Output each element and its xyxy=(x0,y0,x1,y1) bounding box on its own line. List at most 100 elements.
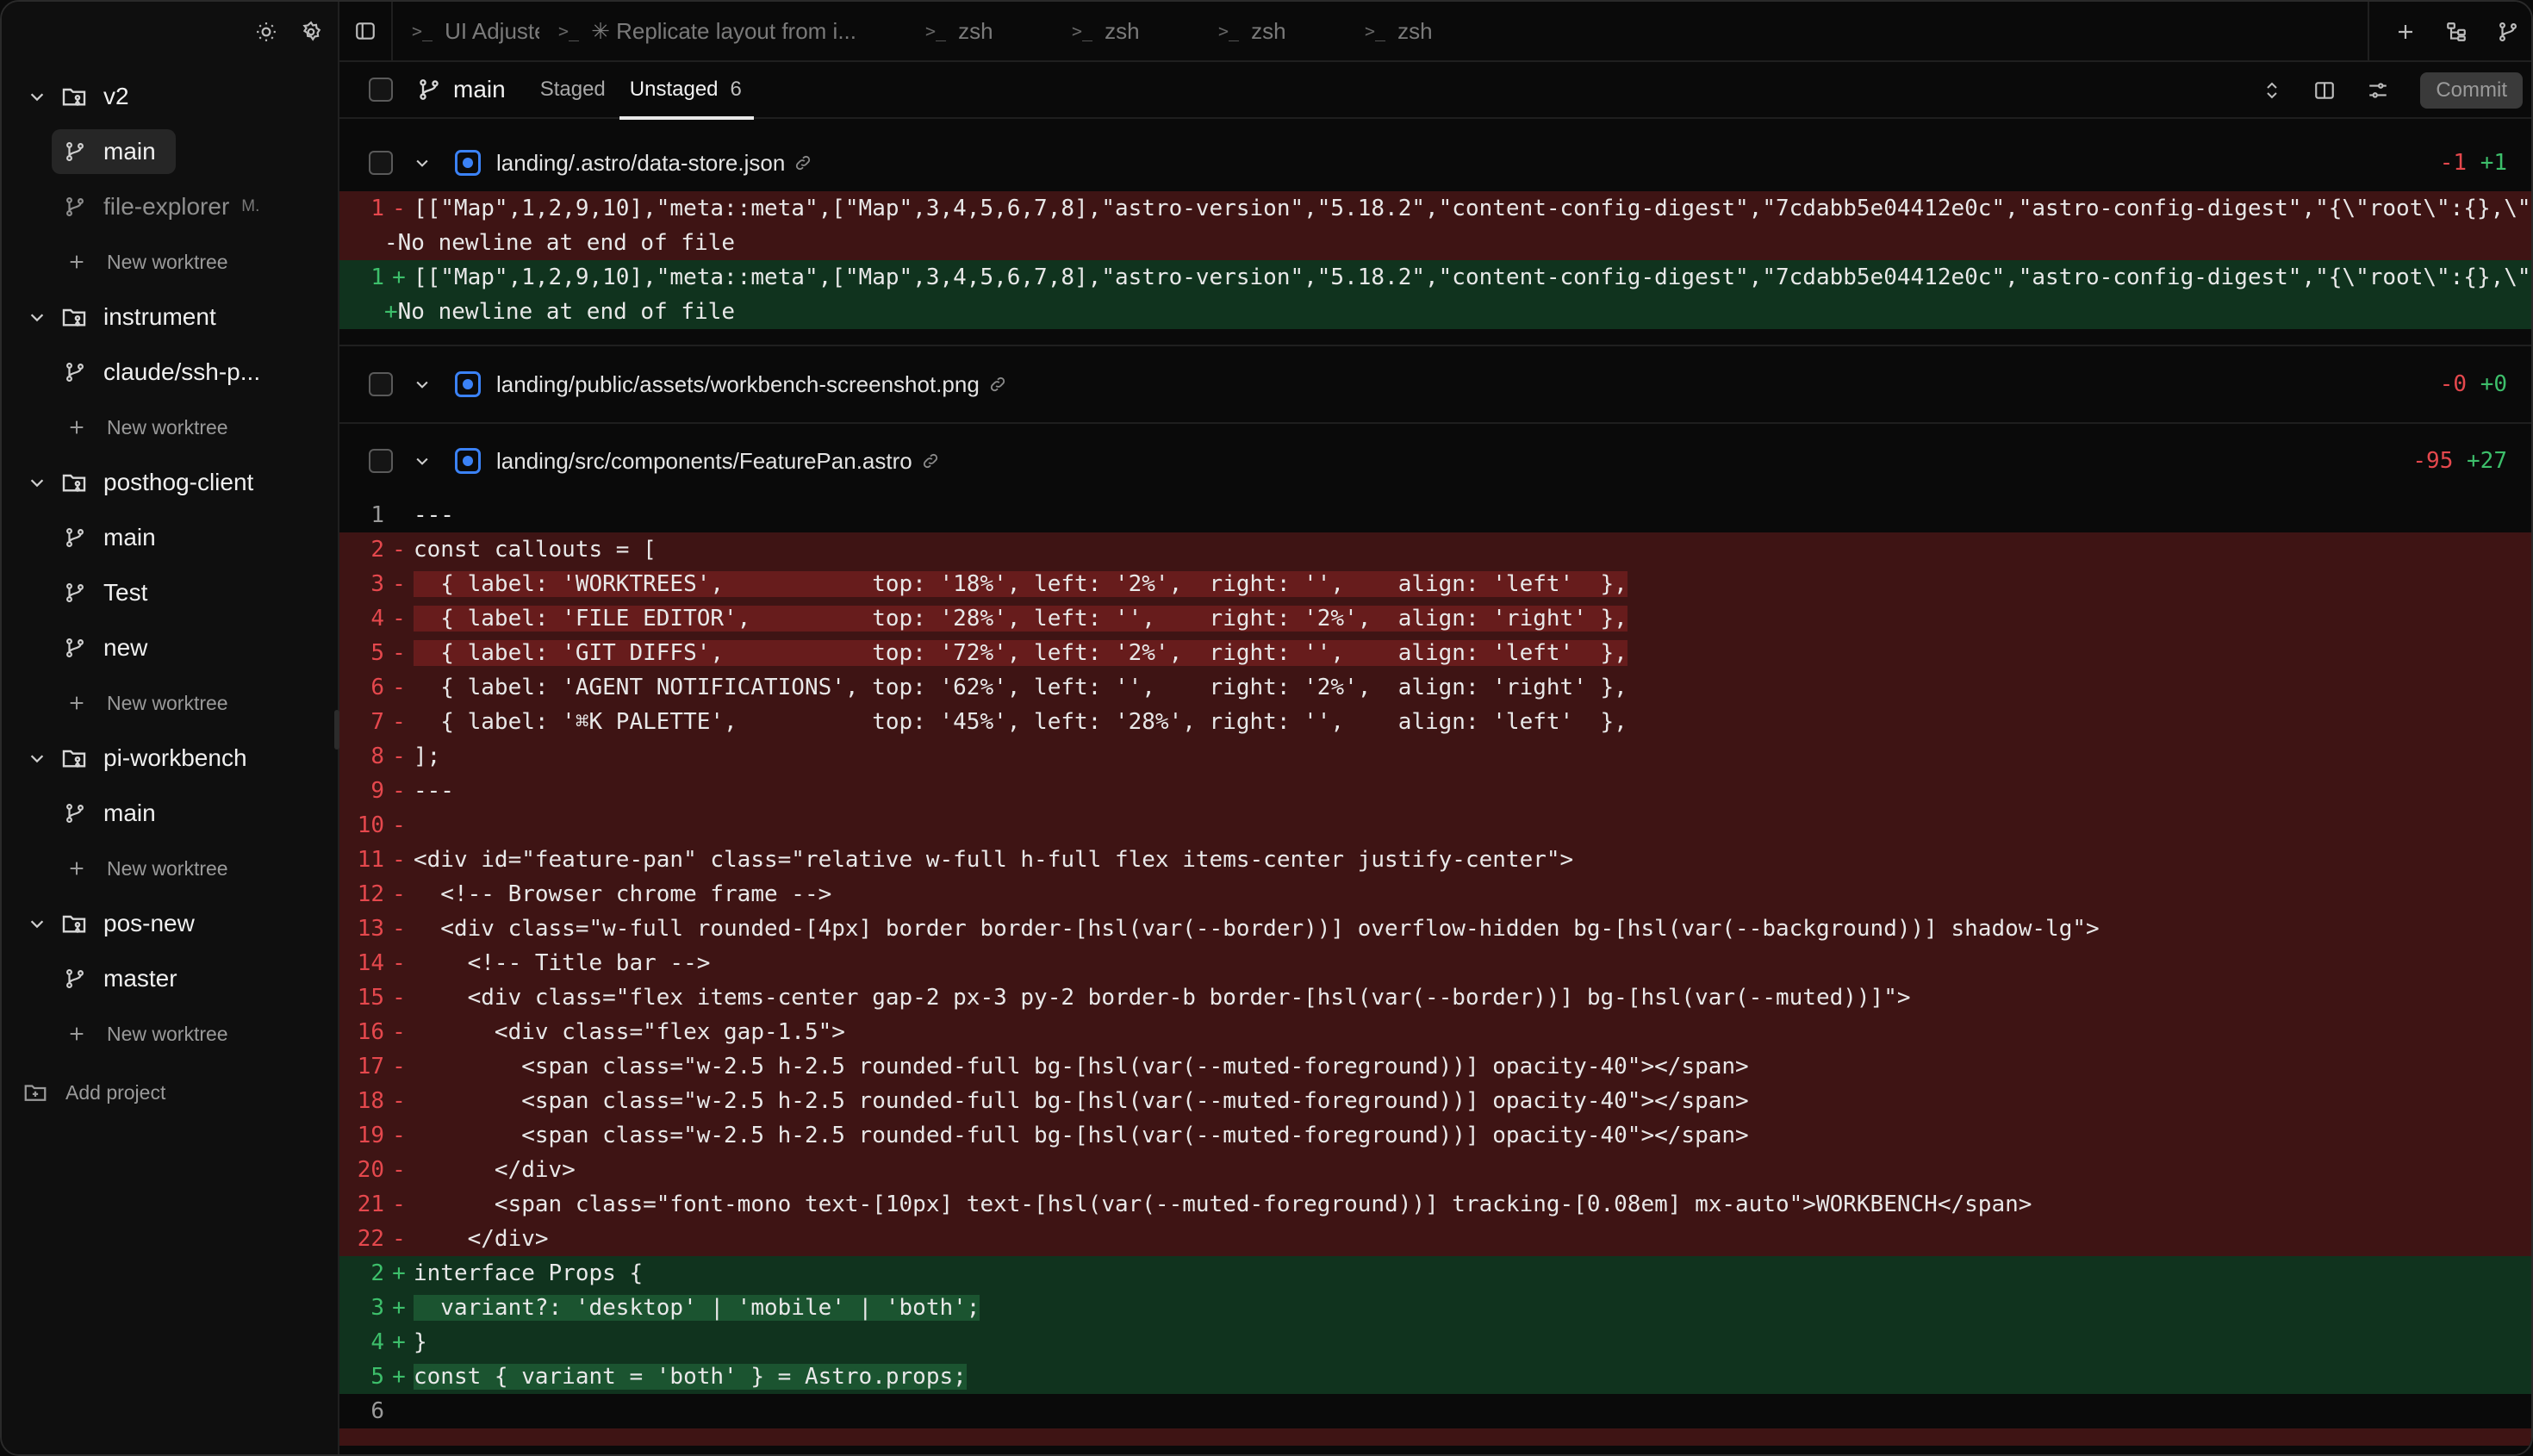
plus-icon xyxy=(67,252,86,271)
chevron-down-icon[interactable] xyxy=(24,914,50,933)
code-text: [["Map",1,2,9,10],"meta::meta",["Map",3,… xyxy=(414,264,2531,290)
file-diff-header[interactable]: landing/src/components/FeaturePan.astro … xyxy=(339,424,2531,498)
split-view-icon[interactable] xyxy=(2313,79,2336,102)
repo-folder-icon xyxy=(60,469,88,496)
worktree-item[interactable]: master xyxy=(2,951,338,1006)
commit-button[interactable]: Commit xyxy=(2420,72,2523,109)
worktree-item[interactable]: Test xyxy=(2,565,338,620)
file-diff-header[interactable]: landing/.astro/data-store.json -1 +1 xyxy=(339,134,2531,191)
file-path: landing/.astro/data-store.json xyxy=(496,149,786,176)
add-project-label: Add project xyxy=(65,1080,166,1104)
tab-staged[interactable]: Staged xyxy=(540,61,606,118)
code-text: <div id="feature-pan" class="relative w-… xyxy=(414,847,1574,873)
code-text: <div class="flex items-center gap-2 px-3… xyxy=(414,985,1911,1011)
diff-line-context: 6 xyxy=(339,1394,2531,1428)
project-instrument[interactable]: instrument xyxy=(2,289,338,345)
terminal-prompt-icon: >_ xyxy=(1218,21,1240,41)
select-all-checkbox[interactable] xyxy=(369,78,393,102)
tab-terminal[interactable]: >_ zsh xyxy=(906,2,1053,61)
file-tree-icon[interactable] xyxy=(2445,21,2468,43)
project-posthog-client[interactable]: posthog-client xyxy=(2,455,338,510)
worktree-item[interactable]: new xyxy=(2,620,338,675)
worktree-item[interactable]: file-explorer M. xyxy=(2,179,338,234)
modified-status-icon xyxy=(455,448,481,474)
diff-line-removed: 3- { label: 'WORKTREES', top: '18%', lef… xyxy=(339,567,2531,601)
tab-label: zsh xyxy=(1251,17,1286,44)
terminal-prompt-icon: >_ xyxy=(558,21,580,41)
diff-body: 1 --- 2- const callouts = [ 3- { label: 'W… xyxy=(339,498,2531,1446)
current-branch: main xyxy=(453,76,506,103)
plus-icon[interactable] xyxy=(2395,22,2416,42)
diff-line-removed: 8-]; xyxy=(339,739,2531,774)
code-text: variant?: 'desktop' | 'mobile' | 'both'; xyxy=(414,1295,980,1321)
tab-terminal[interactable]: >_ zsh xyxy=(1053,2,1199,61)
worktree-item[interactable]: main xyxy=(2,124,338,179)
diff-line-removed: 10- xyxy=(339,808,2531,843)
code-text: } xyxy=(414,1329,427,1355)
diff-line-removed: 6- { label: 'AGENT NOTIFICATIONS', top: … xyxy=(339,670,2531,705)
chevron-down-icon[interactable] xyxy=(24,308,50,327)
chevron-down-icon[interactable] xyxy=(414,154,431,171)
new-worktree-button[interactable]: New worktree xyxy=(2,675,338,731)
code-text: const { variant = 'both' } = Astro.props… xyxy=(414,1364,967,1390)
toggle-sidebar-button[interactable] xyxy=(339,2,393,61)
worktree-item[interactable]: main xyxy=(2,510,338,565)
chevron-down-icon[interactable] xyxy=(414,376,431,393)
tab-terminal[interactable]: >_ zsh xyxy=(1199,2,1346,61)
settings-sliders-icon[interactable] xyxy=(2367,79,2389,102)
repo-folder-icon xyxy=(60,83,88,110)
diff-line-removed: 20- </div> xyxy=(339,1153,2531,1187)
plus-icon xyxy=(67,694,86,712)
project-name: v2 xyxy=(103,83,129,109)
file-checkbox[interactable] xyxy=(369,372,393,396)
tab-bar: >_ UI Adjuster >_ ✳ Replicate layout from … xyxy=(339,2,2531,62)
git-branch-icon[interactable] xyxy=(2497,21,2519,43)
project-v2[interactable]: v2 xyxy=(2,69,338,124)
tab-terminal[interactable]: >_ ✳ Replicate layout from i... xyxy=(539,2,906,61)
diff-line-removed: 7- { label: '⌘K PALETTE', top: '45%', le… xyxy=(339,705,2531,739)
gear-icon[interactable] xyxy=(300,21,322,43)
project-pi-workbench[interactable]: pi-workbench xyxy=(2,731,338,786)
new-worktree-button[interactable]: New worktree xyxy=(2,400,338,455)
code-text: interface Props { xyxy=(414,1260,644,1286)
file-checkbox[interactable] xyxy=(369,449,393,473)
new-worktree-button[interactable]: New worktree xyxy=(2,234,338,289)
file-checkbox[interactable] xyxy=(369,151,393,175)
repo-folder-icon xyxy=(60,910,88,937)
code-text: { label: '⌘K PALETTE', top: '45%', left:… xyxy=(414,709,1627,735)
diff-line-removed: 21- <span class="font-mono text-[10px] t… xyxy=(339,1187,2531,1222)
terminal-prompt-icon: >_ xyxy=(1365,21,1386,41)
worktree-name: new xyxy=(103,634,148,661)
worktree-item[interactable]: claude/ssh-p... xyxy=(2,345,338,400)
diff-line-removed: 15- <div class="flex items-center gap-2 … xyxy=(339,980,2531,1015)
expand-collapse-icon[interactable] xyxy=(2262,80,2282,101)
diff-body: 1- [["Map",1,2,9,10],"meta::meta",["Map",… xyxy=(339,191,2531,329)
new-worktree-button[interactable]: New worktree xyxy=(2,1006,338,1061)
link-icon[interactable] xyxy=(794,153,812,172)
tab-unstaged[interactable]: Unstaged 6 xyxy=(619,61,755,120)
diff-stats: -95 +27 xyxy=(2412,448,2507,474)
diff-line-removed: 19- <span class="w-2.5 h-2.5 rounded-ful… xyxy=(339,1118,2531,1153)
diff-stats: -0 +0 xyxy=(2440,371,2507,397)
chevron-down-icon[interactable] xyxy=(414,452,431,470)
chevron-down-icon[interactable] xyxy=(24,473,50,492)
tab-terminal[interactable]: >_ zsh xyxy=(1346,2,1492,61)
file-diff-header[interactable]: landing/public/assets/workbench-screensh… xyxy=(339,346,2531,422)
link-icon[interactable] xyxy=(921,451,940,470)
code-text: <div class="flex gap-1.5"> xyxy=(414,1019,845,1045)
code-text: No newline at end of file xyxy=(397,230,735,256)
code-text: No newline at end of file xyxy=(397,299,735,325)
project-pos-new[interactable]: pos-new xyxy=(2,896,338,951)
modified-status-icon xyxy=(455,150,481,176)
tab-terminal[interactable]: >_ UI Adjuster xyxy=(393,2,539,61)
add-project-button[interactable]: Add project xyxy=(2,1065,338,1120)
link-icon[interactable] xyxy=(988,375,1007,394)
chevron-down-icon[interactable] xyxy=(24,87,50,106)
worktree-item[interactable]: main xyxy=(2,786,338,841)
project-list: v2 main file-explorer M. New worktree in… xyxy=(2,62,338,1120)
app-window: v2 main file-explorer M. New worktree in… xyxy=(0,0,2533,1456)
new-worktree-button[interactable]: New worktree xyxy=(2,841,338,896)
chevron-down-icon[interactable] xyxy=(24,749,50,768)
diff-line-added: 3 + variant?: 'desktop' | 'mobile' | 'bot… xyxy=(339,1291,2531,1325)
sun-icon[interactable] xyxy=(255,21,277,43)
